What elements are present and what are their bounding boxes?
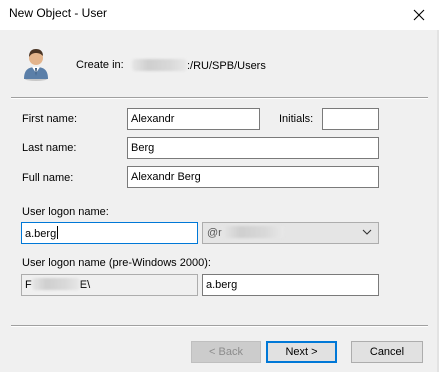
full-name-label: Full name: [22, 172, 74, 184]
first-name-field[interactable]: Alexandr [127, 108, 260, 130]
upn-suffix-value: @r [207, 227, 222, 239]
title-bar: New Object - User [0, 0, 439, 30]
separator-top [11, 97, 428, 99]
window-title: New Object - User [9, 6, 108, 20]
cancel-button[interactable]: Cancel [351, 341, 423, 363]
pre2000-logon-field[interactable]: a.berg [202, 274, 379, 296]
chevron-down-icon [362, 229, 372, 235]
first-name-label: First name: [22, 113, 78, 125]
last-name-label: Last name: [22, 142, 77, 154]
create-in-path-text: :/RU/SPB/Users [187, 60, 266, 72]
logon-name-value: a.berg [25, 228, 57, 240]
initials-field[interactable] [322, 108, 379, 130]
logon-name-field[interactable]: a.berg [21, 222, 198, 244]
create-in-path: :/RU/SPB/Users [132, 59, 266, 72]
create-in-label: Create in: [76, 59, 124, 71]
upn-suffix-dropdown[interactable]: @r [202, 222, 379, 244]
close-button[interactable] [399, 0, 439, 30]
user-icon [24, 49, 48, 81]
redacted-text [221, 226, 284, 238]
logon-name-label: User logon name: [22, 206, 109, 218]
text-caret [57, 226, 59, 239]
back-button[interactable]: < Back [191, 341, 261, 363]
pre2000-domain-field: F E\ [21, 274, 198, 296]
separator-bottom [11, 325, 428, 327]
full-name-field[interactable]: Alexandr Berg [127, 166, 379, 188]
redacted-text [31, 278, 80, 290]
next-button[interactable]: Next > [266, 341, 337, 363]
dialog-body [0, 30, 439, 372]
close-icon [413, 9, 425, 21]
redacted-text [132, 59, 187, 71]
initials-label: Initials: [279, 113, 314, 125]
pre2000-label: User logon name (pre-Windows 2000): [22, 257, 211, 269]
pre2000-domain-end: E\ [79, 279, 91, 291]
last-name-field[interactable]: Berg [127, 137, 379, 159]
pre2000-domain-start: F [25, 279, 32, 291]
